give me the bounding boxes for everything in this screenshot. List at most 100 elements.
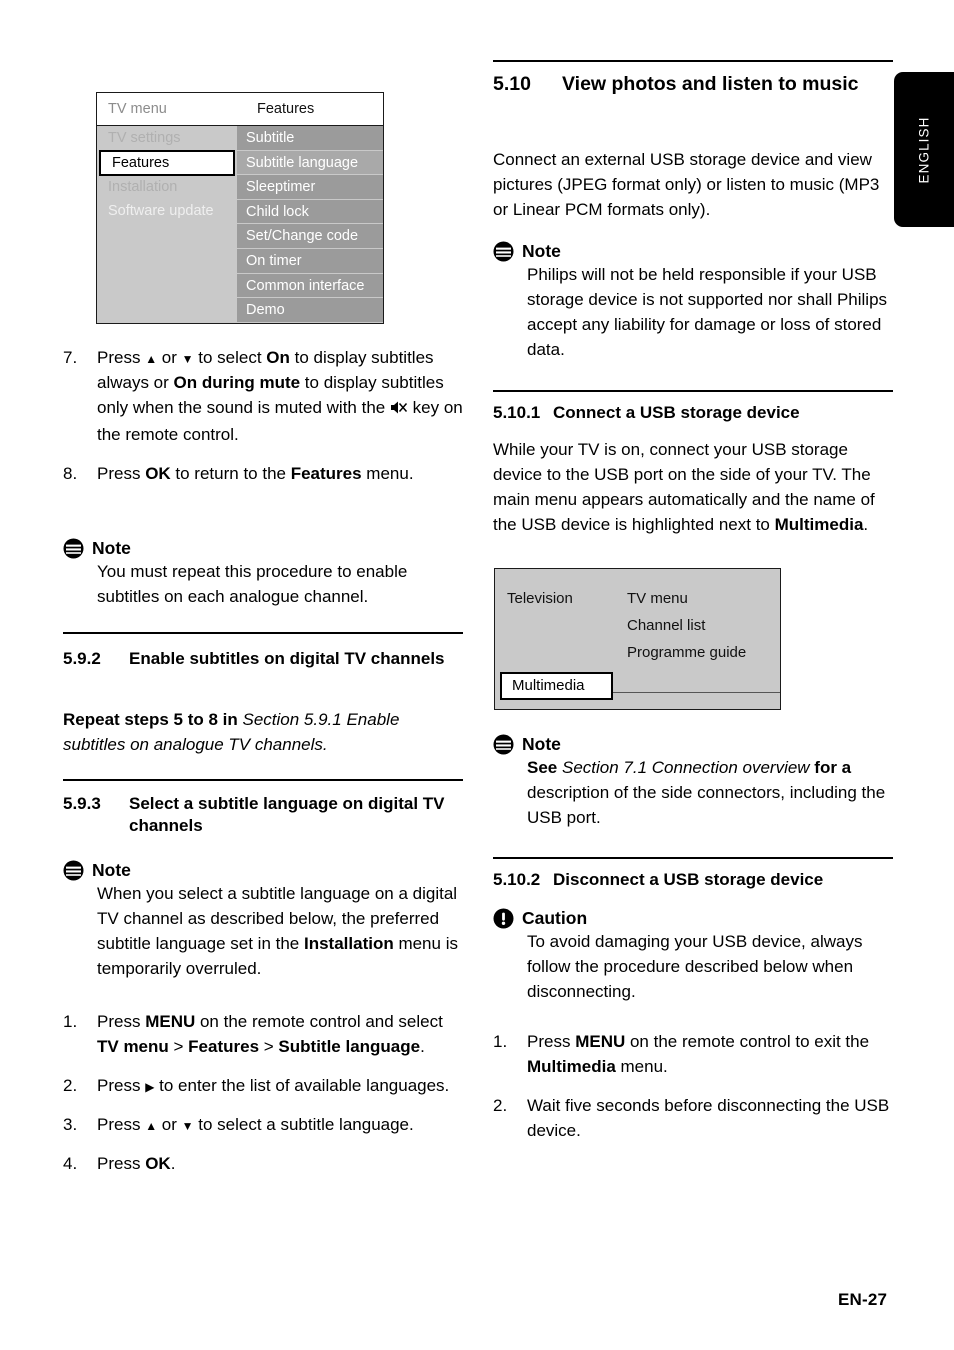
heading-5102: 5.10.2 Disconnect a USB storage device (493, 869, 893, 891)
main-menu-item-multimedia-selected[interactable]: Multimedia (500, 672, 613, 700)
tv-menu-header: TV menu Features (97, 93, 383, 126)
heading-5102-title: Disconnect a USB storage device (553, 870, 824, 889)
step-1: 1. Press MENU on the remote control to e… (493, 1030, 893, 1080)
mute-key-icon (390, 398, 408, 423)
step-3: 3. Press ▲ or ▼ to select a subtitle lan… (63, 1113, 463, 1138)
main-menu-item-channel-list[interactable]: Channel list (627, 612, 780, 639)
step-3-number: 3. (63, 1114, 78, 1134)
note-title: Note (522, 734, 561, 754)
note-text: Philips will not be held responsible if … (527, 265, 888, 359)
caution-title: Caution (522, 908, 588, 928)
tv-menu-left-filler-4 (97, 298, 237, 323)
tv-menu-item-features-selected[interactable]: Features (99, 149, 235, 176)
step-4-number: 4. (63, 1153, 78, 1173)
heading-5101-number: 5.10.1 (493, 403, 541, 422)
tv-menu-option-subtitle-language[interactable]: Subtitle language (237, 150, 383, 176)
main-menu-right-items: TV menu Channel list Programme guide (617, 585, 780, 666)
tv-menu-left-column: TV settings Features Installation Softwa… (97, 126, 237, 323)
main-menu-row-3 (495, 700, 780, 724)
main-menu-diagram: Television TV menu Channel list Programm… (494, 568, 781, 710)
tv-menu-right-column: Subtitle Subtitle language Sleeptimer Ch… (237, 126, 383, 323)
main-menu-row-1: Television TV menu Channel list Programm… (495, 569, 780, 666)
step-2-number: 2. (63, 1075, 78, 1095)
heading-510: 5.10 View photos and listen to music (493, 72, 893, 97)
heading-593: 5.9.3 Select a subtitle language on digi… (63, 793, 463, 837)
step-1-text: Press MENU on the remote control to exit… (527, 1032, 870, 1076)
tv-menu-left-filler-1 (97, 224, 237, 249)
up-arrow-icon: ▲ (145, 352, 158, 366)
section-divider-510 (493, 60, 893, 63)
step-2-text: Press ▶ to enter the list of available l… (97, 1075, 450, 1095)
note-icon (63, 860, 84, 881)
tv-menu-option-set-change-code[interactable]: Set/Change code (237, 224, 383, 249)
note-header: Note (63, 860, 463, 881)
section-divider-593 (63, 779, 463, 782)
body-510: Connect an external USB storage device a… (493, 150, 880, 219)
note-analogue-channels: Note You must repeat this procedure to e… (63, 538, 463, 610)
body-5101: While your TV is on, connect your USB st… (493, 440, 875, 534)
language-tab-label: ENGLISH (916, 116, 932, 183)
steps-7-8-list: 7. Press ▲ or ▼ to select On to display … (63, 346, 463, 500)
section-divider-5102 (493, 857, 893, 860)
note-title: Note (522, 241, 561, 261)
step-1: 1. Press MENU on the remote control and … (63, 1010, 463, 1060)
step-1-text: Press MENU on the remote control and sel… (97, 1012, 443, 1056)
step-8-number: 8. (63, 463, 78, 483)
body-592: Repeat steps 5 to 8 in Section 5.9.1 Ena… (63, 710, 400, 754)
main-menu-item-programme-guide[interactable]: Programme guide (627, 639, 780, 666)
heading-593-number: 5.9.3 (63, 794, 101, 813)
heading-510-number: 5.10 (493, 73, 531, 95)
note-philips-liability: Note Philips will not be held responsibl… (493, 241, 893, 363)
up-arrow-icon: ▲ (145, 1118, 158, 1133)
tv-menu-item-installation[interactable]: Installation (97, 175, 237, 200)
note-connection-overview: Note See Section 7.1 Connection overview… (493, 734, 893, 831)
caution-header: Caution (493, 908, 893, 929)
tv-menu-diagram: TV menu Features TV settings Features In… (96, 92, 384, 324)
tv-menu-option-demo[interactable]: Demo (237, 298, 383, 323)
tv-menu-left-filler-3 (97, 273, 237, 298)
heading-592-title: Enable subtitles on digital TV channels (129, 649, 445, 668)
main-menu-right-empty-2 (617, 700, 780, 724)
tv-menu-item-tv-settings[interactable]: TV settings (97, 126, 237, 151)
step-2: 2. Press ▶ to enter the list of availabl… (63, 1074, 463, 1099)
step-2: 2. Wait five seconds before disconnectin… (493, 1094, 893, 1144)
tv-menu-option-common-interface[interactable]: Common interface (237, 274, 383, 299)
steps-list-5102: 1. Press MENU on the remote control to e… (493, 1030, 893, 1158)
heading-592-number: 5.9.2 (63, 649, 101, 668)
heading-593-title: Select a subtitle language on digital TV… (129, 794, 445, 836)
note-header: Note (493, 734, 893, 755)
step-1-number: 1. (63, 1012, 78, 1031)
tv-menu-option-on-timer[interactable]: On timer (237, 249, 383, 274)
tv-menu-left-filler-2 (97, 248, 237, 273)
main-menu-item-tv-menu[interactable]: TV menu (627, 585, 780, 612)
caution-usb-disconnect: Caution To avoid damaging your USB devic… (493, 908, 893, 1005)
language-tab: ENGLISH (894, 72, 954, 227)
caution-icon (493, 908, 514, 929)
down-arrow-icon: ▼ (181, 1118, 194, 1133)
note-header: Note (493, 241, 893, 262)
steps-list-593: 1. Press MENU on the remote control and … (63, 1010, 463, 1190)
step-4-text: Press OK. (97, 1153, 176, 1173)
step-7: 7. Press ▲ or ▼ to select On to display … (63, 346, 463, 448)
note-icon (493, 734, 514, 755)
tv-menu-option-subtitle[interactable]: Subtitle (237, 126, 383, 151)
section-divider-5101 (493, 390, 893, 393)
tv-menu-option-sleeptimer[interactable]: Sleeptimer (237, 175, 383, 200)
step-2-number: 2. (493, 1095, 508, 1115)
note-text: When you select a subtitle language on a… (97, 884, 458, 978)
note-text: See Section 7.1 Connection overview for … (527, 758, 886, 827)
heading-5101: 5.10.1 Connect a USB storage device (493, 402, 893, 424)
tv-menu-item-software-update[interactable]: Software update (97, 199, 237, 224)
page-number: EN-27 (838, 1290, 888, 1309)
main-menu-left-empty (495, 700, 617, 724)
note-title: Note (92, 538, 131, 558)
step-7-text: Press ▲ or ▼ to select On to display sub… (97, 348, 463, 444)
heading-5102-number: 5.10.2 (493, 870, 541, 889)
tv-menu-option-child-lock[interactable]: Child lock (237, 200, 383, 225)
tv-menu-body: TV settings Features Installation Softwa… (97, 126, 383, 323)
tv-menu-header-left: TV menu (108, 101, 167, 117)
heading-5101-title: Connect a USB storage device (553, 403, 800, 422)
step-3-text: Press ▲ or ▼ to select a subtitle langua… (97, 1114, 414, 1134)
step-4: 4. Press OK. (63, 1152, 463, 1177)
step-1-number: 1. (493, 1032, 508, 1051)
